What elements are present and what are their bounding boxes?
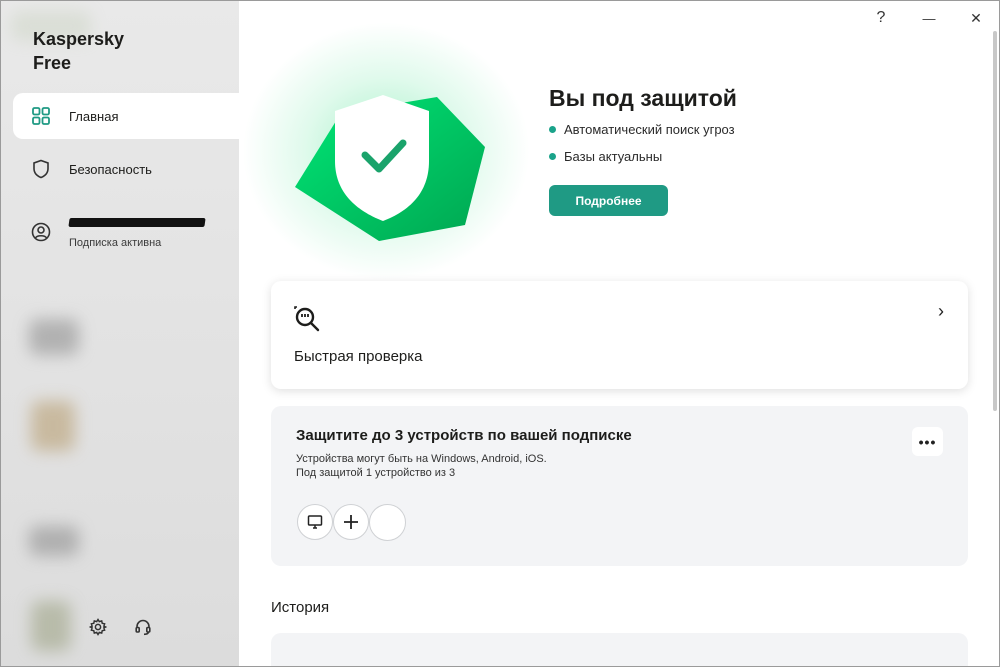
headset-icon[interactable]	[132, 616, 154, 638]
help-button[interactable]: ?	[867, 7, 895, 29]
protection-status-title: Вы под защитой	[549, 85, 737, 111]
sidebar-item-label: Главная	[69, 108, 119, 124]
more-options-button[interactable]: •••	[912, 427, 943, 456]
monitor-icon	[307, 515, 323, 529]
chevron-right-icon: ›	[938, 301, 944, 321]
minimize-button[interactable]: —	[915, 7, 943, 29]
account-name-redacted	[68, 217, 206, 227]
dashboard-icon	[31, 106, 51, 126]
history-title: История	[271, 599, 330, 616]
protection-shield-icon	[295, 95, 485, 241]
status-line-1: Автоматический поиск угроз	[549, 122, 735, 137]
add-device-button[interactable]	[333, 504, 369, 540]
app-brand: Kaspersky Free	[33, 27, 124, 75]
shield-icon	[31, 159, 51, 179]
history-card[interactable]	[271, 633, 968, 666]
brand-line-2: Free	[33, 53, 72, 73]
devices-platforms-text: Устройства могут быть на Windows, Androi…	[296, 453, 547, 465]
sidebar: Kaspersky Free Главная Безопасность Подп…	[1, 1, 239, 666]
status-text: Базы актуальны	[564, 149, 663, 164]
sidebar-item-security[interactable]: Безопасность	[13, 146, 239, 192]
close-button[interactable]: ✕	[962, 7, 990, 29]
subscription-status: Подписка активна	[69, 236, 162, 249]
scrollbar[interactable]	[993, 31, 997, 411]
sidebar-item-home[interactable]: Главная	[13, 93, 239, 139]
current-device[interactable]	[297, 504, 333, 540]
status-text: Автоматический поиск угроз	[564, 122, 735, 137]
sidebar-item-label: Безопасность	[69, 161, 152, 177]
empty-device-slot[interactable]	[369, 504, 406, 541]
status-dot	[549, 126, 556, 133]
details-button[interactable]: Подробнее	[549, 185, 668, 216]
devices-title: Защитите до 3 устройств по вашей подписк…	[296, 427, 632, 444]
plus-icon	[344, 515, 358, 529]
status-line-2: Базы актуальны	[549, 149, 662, 164]
status-dot	[549, 153, 556, 160]
quick-scan-label: Быстрая проверка	[294, 348, 423, 365]
sidebar-item-account[interactable]: Подписка активна	[13, 207, 239, 257]
devices-card: Защитите до 3 устройств по вашей подписк…	[271, 406, 968, 566]
gear-icon[interactable]	[87, 616, 109, 638]
brand-line-1: Kaspersky	[33, 29, 125, 49]
scan-magnifier-icon	[294, 306, 320, 332]
user-icon	[31, 222, 51, 242]
devices-count-text: Под защитой 1 устройство из 3	[296, 467, 456, 479]
quick-scan-card[interactable]: Быстрая проверка ›	[271, 281, 968, 389]
app-window: Kaspersky Free Главная Безопасность Подп…	[0, 0, 1000, 667]
